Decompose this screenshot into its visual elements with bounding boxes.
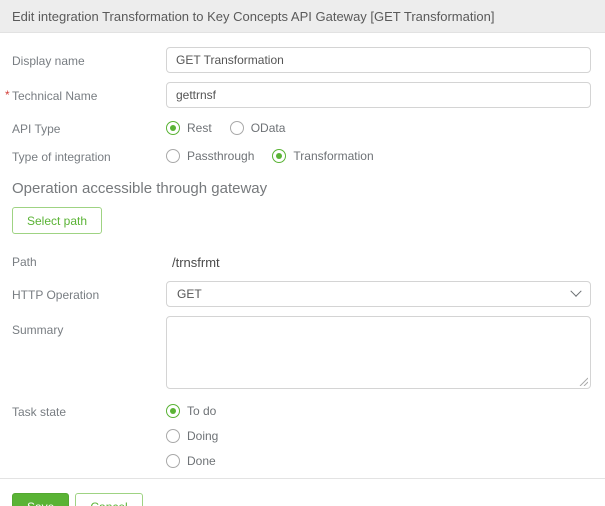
summary-textarea[interactable] [166,316,591,389]
integration-type-radio-group: Passthrough Transformation [166,148,591,163]
radio-unchecked-icon [229,121,244,135]
http-operation-row: HTTP Operation GET [0,281,605,307]
technical-name-label: * Technical Name [5,82,166,103]
radio-checked-icon [166,121,180,135]
radio-option-done[interactable]: Done [166,454,216,468]
technical-name-input[interactable] [166,82,591,108]
radio-option-done-label: Done [187,454,216,468]
display-name-label: Display name [12,54,85,68]
radio-option-odata[interactable]: OData [229,121,286,135]
page-title: Edit integration Transformation to Key C… [12,8,495,24]
path-label: Path [12,255,37,269]
task-state-row: Task state To do Doing Done [0,403,605,468]
radio-option-passthrough[interactable]: Passthrough [166,149,254,163]
http-operation-selected-value: GET [177,287,202,301]
radio-unchecked-icon [166,429,180,443]
footer-actions: Save Cancel [0,479,605,506]
radio-option-rest[interactable]: Rest [166,121,212,135]
required-asterisk: * [5,88,10,102]
http-operation-select[interactable]: GET [166,281,591,307]
path-row: Path /trnsfrmt [0,248,605,270]
radio-option-doing[interactable]: Doing [166,429,218,443]
radio-unchecked-icon [166,149,180,163]
cancel-button[interactable]: Cancel [75,493,143,506]
api-type-radio-group: Rest OData [166,120,591,135]
summary-row: Summary [0,316,605,389]
dialog-titlebar: Edit integration Transformation to Key C… [0,0,605,33]
radio-option-doing-label: Doing [187,429,219,443]
display-name-row: Display name [0,47,605,73]
technical-name-label-text: Technical Name [12,89,98,103]
radio-option-transformation[interactable]: Transformation [272,149,374,163]
path-value: /trnsfrmt [172,255,220,270]
task-state-label: Task state [12,405,67,419]
api-type-label: API Type [12,122,61,136]
task-state-radio-group: To do Doing Done [166,403,591,468]
radio-option-transformation-label: Transformation [293,149,374,163]
radio-option-odata-label: OData [250,121,286,135]
http-operation-label: HTTP Operation [12,288,100,302]
radio-option-rest-label: Rest [187,121,212,135]
radio-option-todo[interactable]: To do [166,404,216,418]
resize-handle-icon[interactable] [578,376,588,386]
display-name-input[interactable] [166,47,591,73]
radio-unchecked-icon [166,454,180,468]
chevron-down-icon [570,285,582,297]
save-button[interactable]: Save [12,493,70,506]
technical-name-row: * Technical Name [0,82,605,108]
radio-option-todo-label: To do [187,404,217,418]
section-heading-operation: Operation accessible through gateway [12,180,268,197]
form-content: Display name * Technical Name API Type R… [0,33,605,506]
select-path-button[interactable]: Select path [12,207,103,234]
integration-type-row: Type of integration Passthrough Transfor… [0,148,605,164]
summary-label: Summary [12,323,64,337]
radio-checked-icon [272,149,287,163]
radio-option-passthrough-label: Passthrough [187,149,255,163]
api-type-row: API Type Rest OData [0,120,605,136]
radio-checked-icon [166,404,180,418]
integration-type-label: Type of integration [12,150,111,164]
